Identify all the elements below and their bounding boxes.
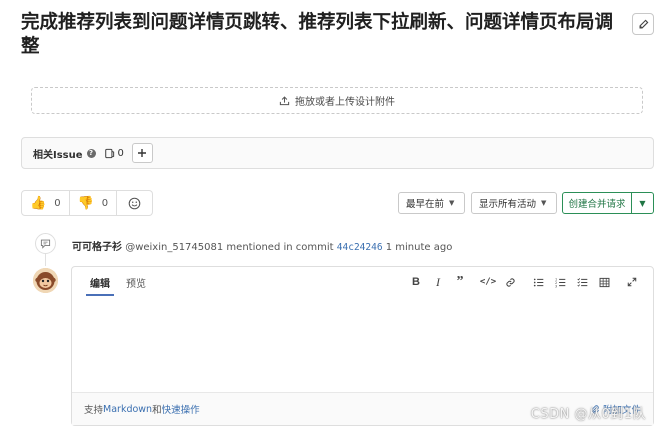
- bold-icon[interactable]: B: [405, 272, 427, 292]
- add-related-issue-button[interactable]: [131, 143, 153, 163]
- add-reaction-button[interactable]: [117, 190, 154, 216]
- system-note: 可可格子衫 @weixin_51745081 mentioned in comm…: [72, 238, 452, 253]
- smile-icon: [128, 197, 141, 209]
- related-issues-label: 相关Issue: [33, 149, 83, 161]
- edit-title-button[interactable]: [632, 13, 654, 35]
- note-action: mentioned in commit: [226, 242, 334, 253]
- comment-icon: [40, 239, 51, 249]
- table-icon[interactable]: [593, 272, 615, 292]
- avatar: [33, 268, 58, 293]
- thumbs-up-icon: 👍: [30, 195, 47, 211]
- markdown-help-link[interactable]: Markdown: [103, 404, 152, 415]
- commit-link[interactable]: 44c24246: [337, 242, 383, 253]
- footer-prefix: 支持: [84, 405, 104, 416]
- sort-order-dropdown[interactable]: 最早在前 ▼: [398, 192, 465, 214]
- create-merge-request-button[interactable]: 创建合并请求: [562, 192, 632, 214]
- link-icon[interactable]: [499, 272, 521, 292]
- code-icon[interactable]: </>: [477, 272, 499, 292]
- note-time: 1 minute ago: [385, 242, 453, 253]
- tab-preview[interactable]: 预览: [124, 267, 148, 297]
- activity-filter-label: 显示所有活动: [479, 199, 537, 210]
- timeline-connector: [45, 254, 46, 266]
- merge-request-options-toggle[interactable]: ▼: [632, 192, 654, 214]
- design-upload-dropzone[interactable]: 拖放或者上传设计附件: [31, 87, 643, 114]
- chevron-down-icon: ▼: [449, 199, 455, 207]
- comment-editor: 编辑 预览 B I ” </> 123 支持 Markdown 和 快速操作 附…: [71, 266, 654, 426]
- upload-label: 拖放或者上传设计附件: [295, 97, 395, 108]
- comment-textarea[interactable]: [72, 297, 653, 392]
- editor-header: 编辑 预览 B I ” </> 123: [72, 267, 653, 297]
- svg-text:3: 3: [555, 284, 557, 288]
- quick-actions-link[interactable]: 快速操作: [162, 402, 200, 416]
- quote-icon[interactable]: ”: [449, 272, 471, 292]
- award-emoji-bar: 👍 0 👎 0: [21, 190, 154, 216]
- chevron-down-icon: ▼: [639, 198, 646, 208]
- create-merge-request-split-button: 创建合并请求 ▼: [562, 192, 654, 214]
- issue-title: 完成推荐列表到问题详情页跳转、推荐列表下拉刷新、问题详情页布局调整: [21, 12, 614, 57]
- sort-order-label: 最早在前: [406, 199, 445, 210]
- help-icon[interactable]: ?: [86, 148, 96, 158]
- csdn-watermark: CSDN @从0到1队: [530, 407, 646, 422]
- note-author[interactable]: 可可格子衫: [72, 242, 122, 253]
- italic-icon[interactable]: I: [427, 272, 449, 292]
- related-issues-count: 0: [104, 148, 124, 159]
- footer-and: 和: [152, 405, 162, 416]
- thumbs-down-count: 0: [101, 197, 109, 209]
- activity-filter-dropdown[interactable]: 显示所有活动 ▼: [471, 192, 557, 214]
- bullet-list-icon[interactable]: [527, 272, 549, 292]
- thumbs-up-award-button[interactable]: 👍 0: [21, 190, 70, 216]
- issues-icon: [104, 148, 114, 158]
- pencil-icon: [639, 19, 648, 28]
- fullscreen-icon[interactable]: [621, 272, 643, 292]
- thumbs-up-count: 0: [54, 197, 61, 209]
- note-author-handle[interactable]: @weixin_51745081: [125, 242, 223, 253]
- upload-icon: [279, 96, 290, 106]
- related-issues-count-value: 0: [117, 147, 124, 159]
- numbered-list-icon[interactable]: 123: [549, 272, 571, 292]
- thumbs-down-icon: 👎: [77, 195, 94, 211]
- task-list-icon[interactable]: [571, 272, 593, 292]
- related-issues-block: 相关Issue ? 0: [21, 137, 654, 169]
- system-note-badge: [35, 233, 56, 254]
- thumbs-down-award-button[interactable]: 👎 0: [69, 190, 118, 216]
- chevron-down-icon: ▼: [541, 199, 547, 207]
- tab-write[interactable]: 编辑: [86, 267, 114, 297]
- markdown-toolbar: B I ” </> 123: [405, 267, 643, 297]
- plus-icon: [138, 149, 147, 157]
